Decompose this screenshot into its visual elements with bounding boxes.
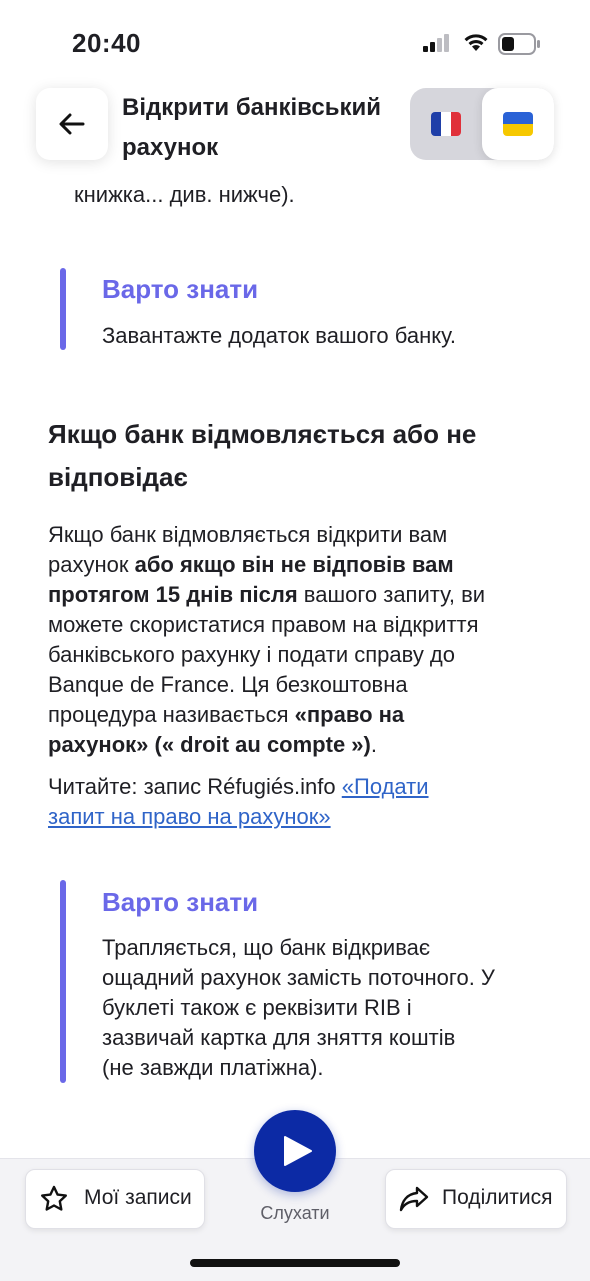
listen-play-button[interactable] (254, 1110, 336, 1192)
body-paragraph: Якщо банк відмовляється відкрити вам рах… (48, 522, 486, 757)
page-title: Відкрити банківський рахунок (122, 94, 381, 161)
callout-text: Трапляється, що банк відкриває ощадний р… (102, 935, 495, 1080)
language-option-uk[interactable] (482, 88, 554, 160)
section-heading: Якщо банк відмовляється або не відповіда… (48, 419, 477, 492)
partial-text-line: книжка... див. нижче). (74, 182, 295, 207)
refugies-info-link-cont[interactable]: запит на право на рахунок» (48, 804, 331, 829)
callout-accent-bar (60, 880, 66, 1083)
cellular-signal-icon (423, 34, 449, 52)
home-indicator[interactable] (190, 1259, 400, 1267)
refugies-info-link[interactable]: «Подати (342, 774, 429, 799)
callout-accent-bar (60, 268, 66, 350)
language-option-fr[interactable] (410, 88, 482, 160)
callout-text: Завантажте додаток вашого банку. (102, 323, 456, 348)
battery-icon (498, 33, 540, 55)
arrow-left-icon (59, 113, 85, 135)
callout-title: Варто знати (102, 274, 259, 304)
wifi-icon (464, 34, 488, 51)
status-bar: 20:40 (0, 0, 590, 80)
language-switch[interactable] (410, 88, 554, 160)
share-button[interactable]: Поділитися (385, 1169, 567, 1229)
share-label: Поділитися (442, 1186, 553, 1209)
status-time: 20:40 (72, 28, 141, 58)
my-records-button[interactable]: Мої записи (25, 1169, 205, 1229)
callout-title: Варто знати (102, 887, 259, 917)
content-scroll-area[interactable]: книжка... див. нижче). Варто знати Заван… (0, 150, 590, 1160)
back-button[interactable] (36, 88, 108, 160)
listen-label: Слухати (260, 1203, 330, 1223)
french-flag-icon (431, 112, 461, 136)
ukrainian-flag-icon (503, 112, 533, 136)
read-more: Читайте: запис Réfugiés.info «Подати зап… (48, 774, 429, 829)
play-icon (284, 1136, 312, 1166)
share-icon (399, 1186, 429, 1212)
my-records-label: Мої записи (84, 1186, 192, 1209)
star-icon (41, 1185, 67, 1211)
